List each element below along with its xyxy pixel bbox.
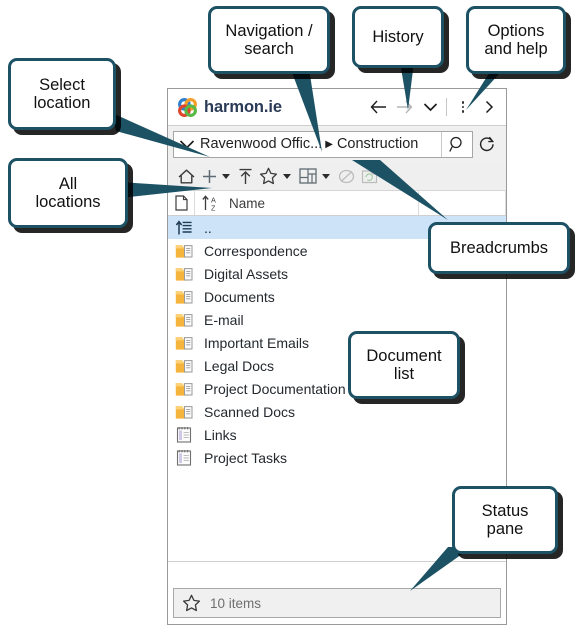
folder-icon xyxy=(172,312,196,328)
list-item-label: Documents xyxy=(204,288,275,305)
list-item-label: Scanned Docs xyxy=(204,403,296,420)
callout-history-label: History xyxy=(372,27,424,46)
callout-status-pane-label: Status pane xyxy=(481,501,529,538)
callout-breadcrumbs-label: Breadcrumbs xyxy=(449,238,549,257)
callout-breadcrumbs: Breadcrumbs xyxy=(428,222,570,274)
list-item[interactable]: Links xyxy=(168,423,506,446)
callout-history: History xyxy=(352,6,444,68)
view-layout-chevron-down-icon[interactable] xyxy=(322,173,330,179)
folder-icon xyxy=(172,243,196,259)
callout-navigation-search-label: Navigation / search xyxy=(225,21,313,58)
list-icon xyxy=(172,449,196,466)
callout-navigation-search: Navigation / search xyxy=(208,6,330,74)
folder-icon xyxy=(172,358,196,374)
up-level-icon xyxy=(172,219,196,236)
callout-all-locations: All locations xyxy=(8,158,128,228)
breadcrumb-item-1[interactable]: Construction xyxy=(337,136,418,152)
list-item-label: Correspondence xyxy=(204,242,308,259)
callout-select-location-label: Select location xyxy=(33,75,91,112)
favorites-button[interactable] xyxy=(256,164,281,188)
search-button[interactable] xyxy=(441,131,472,157)
view-layout-button[interactable] xyxy=(296,164,320,188)
upload-button[interactable] xyxy=(235,164,256,188)
list-item-label: Digital Assets xyxy=(204,265,289,282)
folder-icon xyxy=(172,289,196,305)
back-button[interactable] xyxy=(365,93,391,121)
refresh-button[interactable] xyxy=(473,135,501,153)
list-item-label: Project Documentation xyxy=(204,380,346,397)
new-item-chevron-down-icon[interactable] xyxy=(222,173,230,179)
list-item[interactable]: Project Tasks xyxy=(168,446,506,469)
list-icon xyxy=(172,426,196,443)
leader-all-locations xyxy=(118,180,218,212)
list-item-label: Links xyxy=(204,426,237,443)
list-item-label: E-mail xyxy=(204,311,244,328)
leader-select-location xyxy=(110,105,215,165)
list-item-label: Legal Docs xyxy=(204,357,275,374)
callout-status-pane: Status pane xyxy=(452,486,558,554)
list-item[interactable]: E-mail xyxy=(168,308,506,331)
list-item[interactable]: Documents xyxy=(168,285,506,308)
leader-history xyxy=(396,60,426,115)
leader-breadcrumbs xyxy=(350,158,460,228)
folder-icon xyxy=(172,381,196,397)
list-item-label: Important Emails xyxy=(204,334,310,351)
toolbar-divider xyxy=(446,98,447,116)
list-item[interactable]: Scanned Docs xyxy=(168,400,506,423)
list-item-label: .. xyxy=(204,219,212,236)
callout-options-help: Options and help xyxy=(466,6,566,74)
callout-options-help-label: Options and help xyxy=(484,21,548,58)
app-name: harmon.ie xyxy=(204,97,282,116)
leader-navigation-search xyxy=(286,60,346,160)
folder-icon xyxy=(172,266,196,282)
callout-document-list-label: Document list xyxy=(366,346,442,383)
list-item-label: Project Tasks xyxy=(204,449,287,466)
callout-all-locations-label: All locations xyxy=(35,174,101,211)
callout-select-location: Select location xyxy=(8,58,116,130)
folder-icon xyxy=(172,404,196,420)
status-text: 10 items xyxy=(210,595,262,611)
folder-icon xyxy=(172,335,196,351)
favorites-chevron-down-icon[interactable] xyxy=(283,173,291,179)
status-star-icon[interactable] xyxy=(182,594,201,612)
callout-document-list: Document list xyxy=(348,331,460,399)
